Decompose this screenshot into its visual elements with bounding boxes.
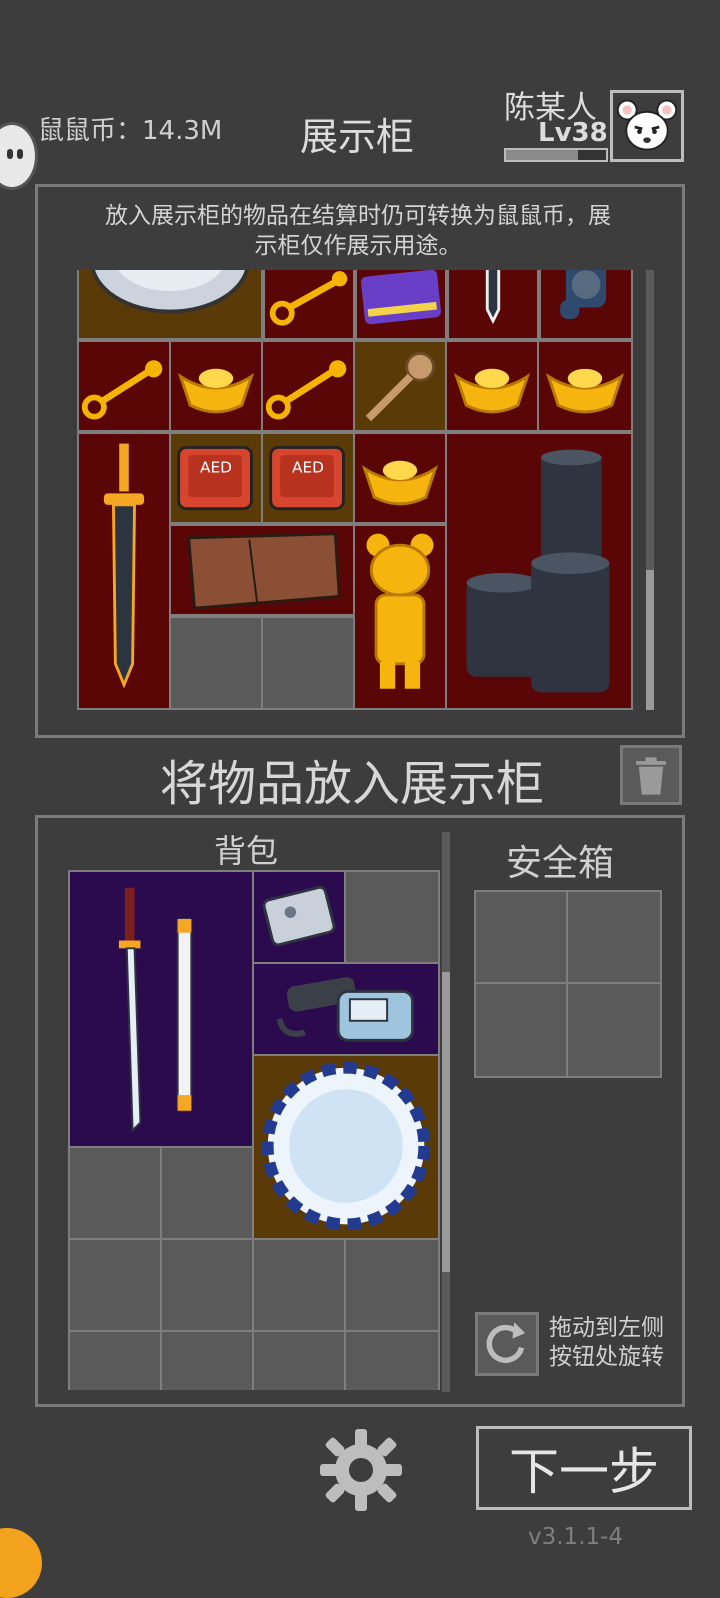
grid-cell[interactable] xyxy=(445,340,539,432)
next-step-label: 下一步 xyxy=(509,1443,659,1501)
grid-cell[interactable] xyxy=(169,616,263,710)
grid-cell[interactable] xyxy=(539,270,633,340)
plate-icon xyxy=(91,270,249,314)
showcase-scrollbar[interactable] xyxy=(646,270,654,710)
chat-bubble-icon[interactable] xyxy=(0,122,38,190)
grid-cell[interactable] xyxy=(353,432,447,524)
showcase-scrollbar-thumb[interactable] xyxy=(646,570,654,710)
grid-cell[interactable] xyxy=(68,1238,162,1332)
mouse-avatar-icon xyxy=(616,99,678,151)
corner-orange-icon[interactable] xyxy=(0,1528,42,1598)
watch-icon xyxy=(560,270,607,320)
gold-ingot-icon xyxy=(361,460,439,506)
backpack-title: 背包 xyxy=(214,832,279,870)
grid-cell[interactable] xyxy=(77,432,171,710)
grid-cell[interactable] xyxy=(77,340,171,432)
porcelain-plate-icon xyxy=(261,1061,431,1231)
version-label: v3.1.1-4 xyxy=(528,1524,624,1550)
trash-icon xyxy=(636,757,666,795)
avatar[interactable] xyxy=(610,90,684,162)
backpack-scrollbar[interactable] xyxy=(442,832,450,1392)
keycard-icon xyxy=(361,270,441,325)
grid-cell[interactable] xyxy=(355,270,447,340)
katana-icon xyxy=(118,887,193,1133)
grid-cell[interactable] xyxy=(445,432,633,710)
grid-cell[interactable] xyxy=(447,270,539,340)
grid-cell[interactable] xyxy=(68,1146,162,1240)
grid-cell[interactable] xyxy=(77,270,263,340)
brass-key-icon xyxy=(265,360,347,420)
grid-cell[interactable] xyxy=(68,1330,162,1390)
safebox-grid[interactable] xyxy=(474,890,662,1078)
grid-cell[interactable] xyxy=(160,1146,254,1240)
blood-pressure-monitor-icon xyxy=(276,977,415,1042)
safebox-title: 安全箱 xyxy=(506,843,615,884)
battery-pack-icon xyxy=(262,885,336,947)
grid-cell[interactable] xyxy=(68,870,254,1148)
grid-cell[interactable] xyxy=(344,1238,440,1332)
xp-bar-fill xyxy=(506,150,578,160)
grid-cell[interactable] xyxy=(252,962,440,1056)
trash-button[interactable] xyxy=(620,745,682,805)
gold-ingot-icon xyxy=(177,368,255,414)
key-icon xyxy=(365,352,435,422)
grid-cell[interactable] xyxy=(566,982,662,1078)
backpack-grid[interactable] xyxy=(68,870,440,1390)
grid-cell[interactable] xyxy=(353,524,447,710)
page-title: 展示柜 xyxy=(300,115,415,159)
rotate-button[interactable] xyxy=(475,1312,539,1376)
grid-cell[interactable] xyxy=(261,340,355,432)
grid-cell[interactable] xyxy=(169,524,355,616)
grid-cell[interactable] xyxy=(160,1330,254,1390)
grid-cell[interactable] xyxy=(160,1238,254,1332)
player-level: Lv38 xyxy=(538,118,608,148)
gold-ingot-icon xyxy=(545,368,625,414)
grid-cell[interactable] xyxy=(474,890,568,984)
rotate-hint: 拖动到左侧按钮处旋转 xyxy=(549,1315,664,1370)
backpack-scrollbar-thumb[interactable] xyxy=(442,972,450,1272)
grid-cell[interactable] xyxy=(344,1330,440,1390)
showcase-grid[interactable]: AED AED xyxy=(77,270,633,710)
settings-button[interactable] xyxy=(316,1425,406,1515)
grid-cell[interactable] xyxy=(353,340,447,432)
gear-icon xyxy=(320,1429,402,1511)
grid-cell[interactable] xyxy=(252,1238,346,1332)
sword-icon xyxy=(103,443,145,689)
grid-cell[interactable] xyxy=(252,1054,440,1240)
metal-cylinders-icon xyxy=(466,449,610,693)
svg-text:AED: AED xyxy=(200,458,232,476)
grid-cell[interactable] xyxy=(344,870,440,964)
grid-cell[interactable] xyxy=(263,270,355,340)
next-step-button[interactable]: 下一步 xyxy=(476,1426,692,1510)
grid-cell[interactable] xyxy=(252,1330,346,1390)
svg-text:AED: AED xyxy=(292,458,324,476)
gold-ingot-icon xyxy=(453,368,531,414)
grid-cell[interactable] xyxy=(537,340,633,432)
grid-cell[interactable] xyxy=(252,870,346,964)
dagger-icon xyxy=(485,270,501,325)
rotate-icon xyxy=(486,1322,526,1363)
golden-bear-figure-icon xyxy=(366,533,434,689)
showcase-notice: 放入展示柜的物品在结算时仍可转换为鼠鼠币，展示柜仅作展示用途。 xyxy=(105,203,611,259)
put-in-title: 将物品放入展示柜 xyxy=(160,756,545,812)
grid-cell[interactable]: AED xyxy=(261,432,355,524)
grid-cell[interactable] xyxy=(261,616,355,710)
grid-cell[interactable] xyxy=(566,890,662,984)
key-icon xyxy=(269,271,348,326)
grid-cell[interactable] xyxy=(169,340,263,432)
grid-cell[interactable] xyxy=(474,982,568,1078)
xp-bar xyxy=(504,148,608,162)
aed-icon: AED xyxy=(269,445,345,511)
grid-cell[interactable]: AED xyxy=(169,432,263,524)
brass-key-icon xyxy=(81,360,163,420)
coin-balance: 鼠鼠币：14.3M xyxy=(38,116,223,146)
leather-folder-icon xyxy=(187,532,341,610)
aed-icon: AED xyxy=(177,445,253,511)
